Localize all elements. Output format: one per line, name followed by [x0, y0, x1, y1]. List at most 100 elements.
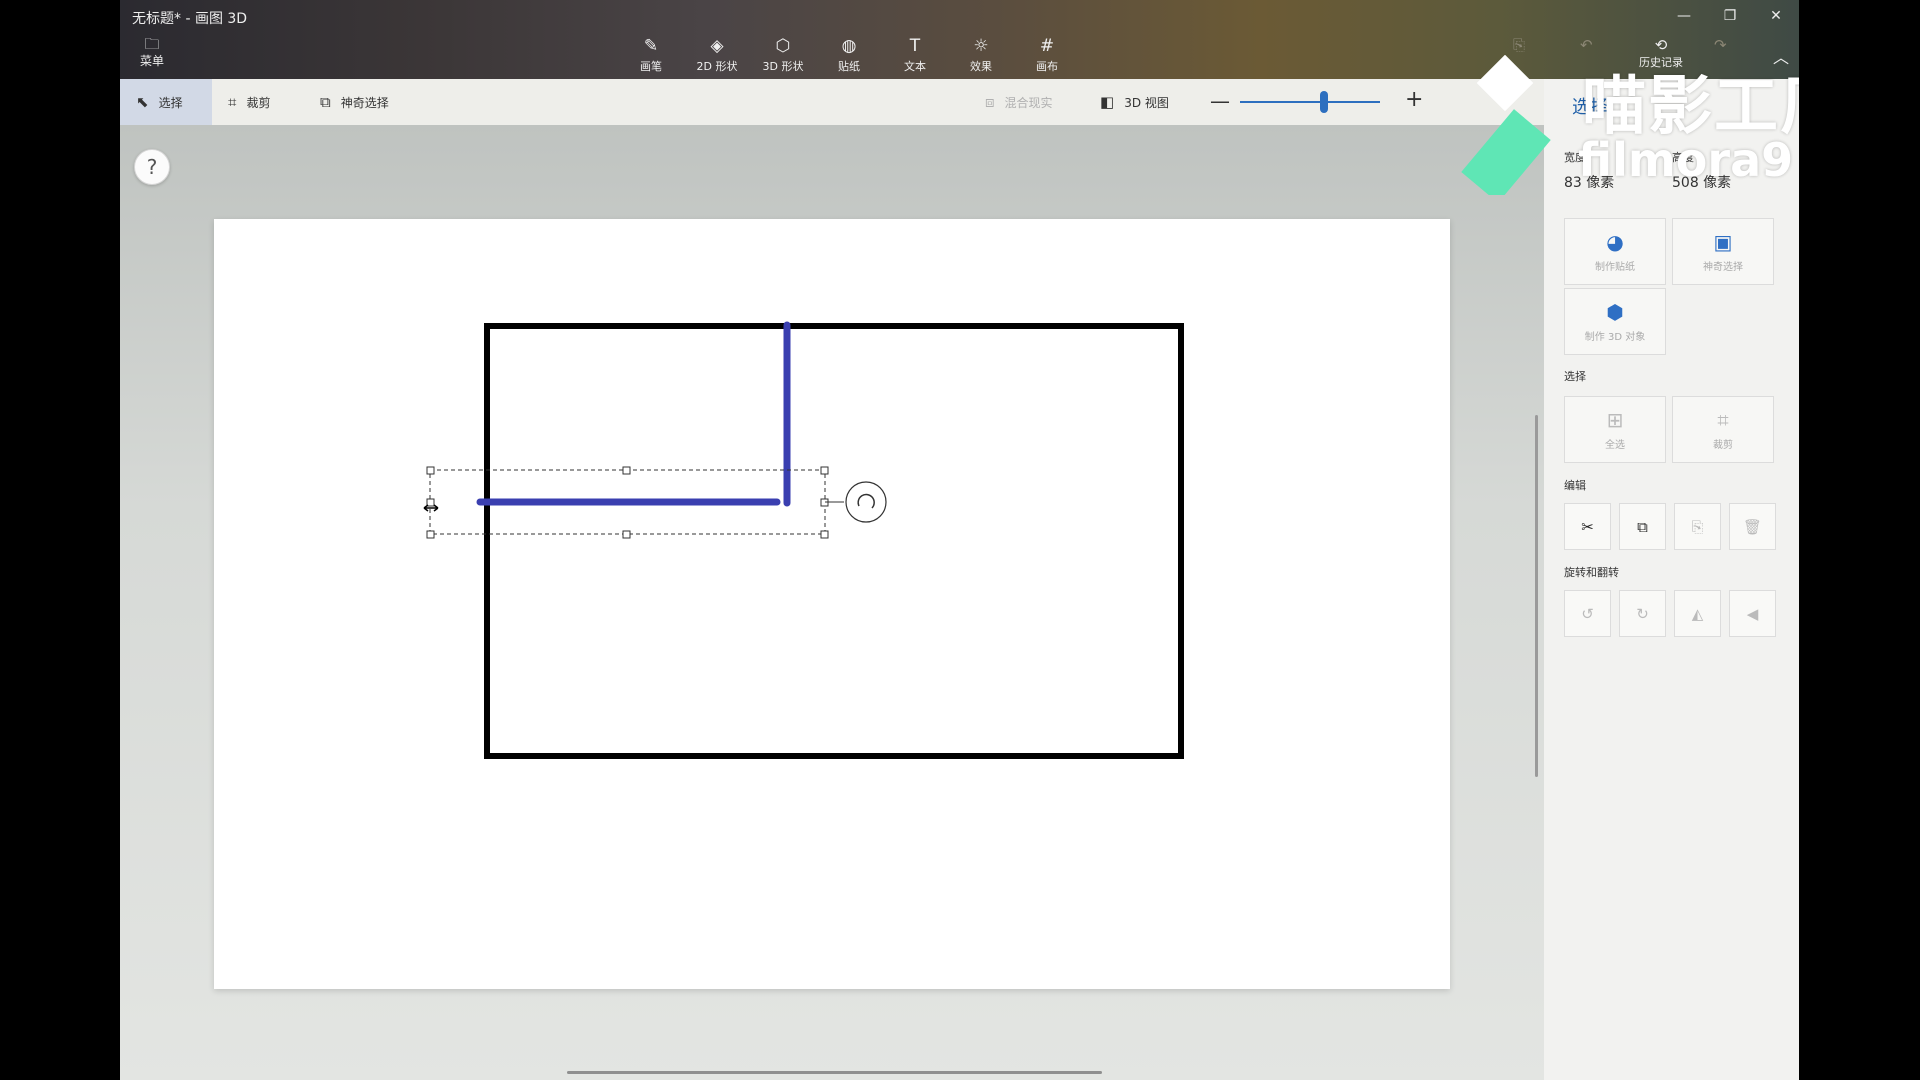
make-3d-button[interactable]: ⬢ 制作 3D 对象 [1564, 288, 1666, 355]
resize-handle[interactable] [426, 466, 435, 475]
resize-handle[interactable] [622, 466, 631, 475]
tool-canvas[interactable]: # 画布 [1014, 36, 1080, 74]
view-3d-icon: ◧ [1100, 93, 1115, 111]
crop-icon: ⌗ [1717, 408, 1729, 432]
magic-select-button[interactable]: ⧉ 神奇选择 [320, 79, 389, 125]
rotate-handle[interactable] [845, 481, 887, 523]
copy-icon: ⧉ [1637, 517, 1648, 536]
tool-effects[interactable]: ☼ 效果 [948, 36, 1014, 74]
crop-panel-label: 裁剪 [1713, 440, 1733, 451]
magic-select-icon: ▣ [1713, 230, 1733, 254]
horizontal-scrollbar[interactable] [567, 1071, 1102, 1074]
tool-brushes[interactable]: ✎ 画笔 [618, 36, 684, 74]
select-tool-label: 选择 [158, 95, 183, 110]
resize-handle[interactable] [426, 530, 435, 539]
workspace: ? [120, 125, 1544, 1080]
cube-icon: ⬢ [1606, 300, 1624, 324]
properties-panel: 选择 宽度 83 像素 高度 508 像素 ◕ 制作贴纸 ▣ 神奇选择 ⬢ 制作… [1544, 79, 1799, 1080]
vertical-scrollbar[interactable] [1535, 415, 1538, 777]
crop-tool-button[interactable]: ⌗ 裁剪 [228, 79, 270, 125]
cut-button[interactable]: ✂ [1564, 503, 1611, 550]
flip-horizontal-button[interactable]: ◀ [1729, 590, 1776, 637]
select-section-heading: 选择 [1564, 370, 1586, 383]
edit-section-heading: 编辑 [1564, 479, 1586, 492]
tool-label: 效果 [970, 60, 992, 73]
canvas[interactable] [214, 219, 1450, 989]
rotate-right-icon: ↻ [1636, 604, 1649, 623]
help-button[interactable]: ? [134, 149, 170, 185]
zoom-slider-thumb[interactable] [1320, 91, 1328, 113]
make-3d-label: 制作 3D 对象 [1584, 332, 1646, 343]
tool-stickers[interactable]: ◍ 贴纸 [816, 36, 882, 74]
tool-2d-shapes[interactable]: ◈ 2D 形状 [684, 36, 750, 74]
delete-button[interactable]: 🗑 [1729, 503, 1776, 550]
filmora-logo-icon [1461, 55, 1551, 195]
rotate-left-button[interactable]: ↺ [1564, 590, 1611, 637]
undo-icon[interactable]: ↶ [1580, 36, 1593, 54]
select-all-label: 全选 [1605, 440, 1625, 451]
mixed-reality-label: 混合现实 [1004, 95, 1053, 110]
redo-icon[interactable]: ↷ [1714, 36, 1727, 54]
flip-horizontal-icon: ◀ [1746, 604, 1759, 623]
make-sticker-button[interactable]: ◕ 制作贴纸 [1564, 218, 1666, 285]
mixed-reality-button[interactable]: ⧈ 混合现实 [985, 79, 1053, 125]
tool-3d-shapes[interactable]: ⬡ 3D 形状 [750, 36, 816, 74]
crop-panel-button[interactable]: ⌗ 裁剪 [1672, 396, 1774, 463]
tool-label: 画笔 [640, 60, 662, 73]
magic-select-panel-button[interactable]: ▣ 神奇选择 [1672, 218, 1774, 285]
brush-icon: ✎ [643, 36, 659, 56]
black-rectangle-stroke [484, 323, 1184, 759]
resize-handle[interactable] [820, 466, 829, 475]
sticker-icon: ◕ [1606, 230, 1624, 254]
main-toolbar: ✎ 画笔 ◈ 2D 形状 ⬡ 3D 形状 ◍ 贴纸 T 文本 ☼ 效果 # 画布 [618, 36, 1080, 74]
zoom-control: — + [1210, 79, 1430, 125]
select-all-icon: ⊞ [1606, 408, 1624, 432]
2d-shape-icon: ◈ [710, 36, 724, 56]
rotate-right-button[interactable]: ↻ [1619, 590, 1666, 637]
crop-icon: ⌗ [228, 93, 237, 111]
3d-shape-icon: ⬡ [775, 36, 791, 56]
rotate-left-icon: ↺ [1581, 604, 1594, 623]
magic-select-panel-label: 神奇选择 [1703, 262, 1743, 273]
flip-vertical-icon: ◭ [1691, 604, 1704, 623]
rotate-section-heading: 旋转和翻转 [1564, 566, 1619, 579]
canvas-icon: # [1039, 36, 1055, 56]
drawing-layer [423, 321, 1184, 759]
view-3d-button[interactable]: ◧ 3D 视图 [1100, 79, 1169, 125]
effects-icon: ☼ [973, 36, 989, 56]
paste-button[interactable]: ⎘ [1674, 503, 1721, 550]
window-title: 无标题* - 画图 3D [132, 11, 248, 27]
watermark-text-filmora: filmora9 [1578, 133, 1794, 187]
history-icon: ⟲ [1654, 36, 1668, 54]
scissors-icon: ✂ [1581, 517, 1594, 536]
menu-label: 菜单 [139, 54, 164, 68]
folder-icon: 🗀 [144, 35, 160, 53]
select-all-button[interactable]: ⊞ 全选 [1564, 396, 1666, 463]
zoom-out-icon[interactable]: — [1210, 89, 1230, 113]
cursor-icon: ⬉ [136, 93, 149, 111]
tool-label: 贴纸 [838, 60, 860, 73]
flip-vertical-button[interactable]: ◭ [1674, 590, 1721, 637]
sticker-icon: ◍ [841, 36, 857, 56]
menu-button[interactable]: 🗀 菜单 [132, 36, 172, 69]
tool-label: 画布 [1036, 60, 1058, 73]
paste-icon[interactable]: ⎘ [1513, 36, 1525, 54]
select-tool-button[interactable]: ⬉ 选择 [120, 79, 212, 125]
zoom-in-icon[interactable]: + [1405, 87, 1423, 112]
minimize-icon[interactable]: — [1661, 0, 1707, 32]
zoom-slider[interactable] [1240, 101, 1380, 103]
tool-label: 3D 形状 [762, 60, 804, 73]
view-3d-label: 3D 视图 [1124, 95, 1169, 110]
window-controls: — ❐ ✕ [1661, 0, 1799, 32]
tool-text[interactable]: T 文本 [882, 36, 948, 74]
text-icon: T [909, 36, 921, 56]
restore-icon[interactable]: ❐ [1707, 0, 1753, 32]
resize-handle[interactable] [820, 530, 829, 539]
tool-label: 2D 形状 [696, 60, 738, 73]
magic-select-label: 神奇选择 [340, 95, 389, 110]
resize-handle[interactable] [426, 498, 435, 507]
close-icon[interactable]: ✕ [1753, 0, 1799, 32]
paint-3d-window: 无标题* - 画图 3D 🗀 菜单 ✎ 画笔 ◈ 2D 形状 ⬡ 3D 形状 ◍… [120, 0, 1799, 1080]
resize-handle[interactable] [622, 530, 631, 539]
copy-button[interactable]: ⧉ [1619, 503, 1666, 550]
